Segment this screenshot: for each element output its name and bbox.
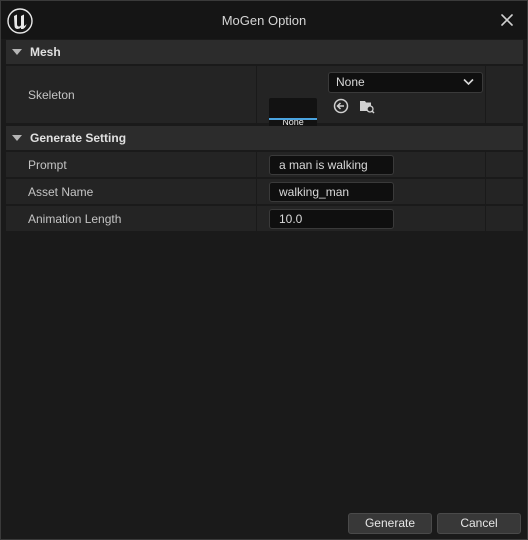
browse-back-icon[interactable] (333, 98, 349, 114)
chevron-down-icon (463, 78, 474, 86)
property-label: Animation Length (28, 212, 122, 226)
section-header-mesh[interactable]: Mesh (6, 40, 523, 64)
column-divider (256, 66, 257, 123)
column-divider (485, 206, 486, 231)
property-label: Prompt (28, 158, 67, 172)
prompt-input[interactable]: a man is walking (269, 155, 394, 175)
thumbnail-accent-bar (269, 118, 317, 120)
property-row-prompt: Prompt a man is walking (6, 152, 523, 178)
folder-search-icon[interactable] (359, 98, 375, 114)
column-divider (485, 66, 486, 123)
column-divider (256, 152, 257, 177)
collapse-triangle-icon[interactable] (12, 49, 22, 55)
mogen-option-dialog: MoGen Option Mesh Skeleton None None Gen… (0, 0, 528, 540)
generate-button[interactable]: Generate (348, 513, 432, 534)
skeleton-asset-combo[interactable]: None (328, 72, 483, 93)
animation-length-input[interactable]: 10.0 (269, 209, 394, 229)
column-divider (256, 206, 257, 231)
window-title: MoGen Option (221, 13, 307, 28)
column-divider (256, 179, 257, 204)
cancel-button[interactable]: Cancel (437, 513, 521, 534)
collapse-triangle-icon[interactable] (12, 135, 22, 141)
section-header-generate-setting[interactable]: Generate Setting (6, 126, 523, 150)
column-divider (485, 179, 486, 204)
column-divider (485, 152, 486, 177)
property-row-asset-name: Asset Name walking_man (6, 179, 523, 205)
section-title: Generate Setting (30, 131, 127, 145)
property-label: Asset Name (28, 185, 94, 199)
section-title: Mesh (30, 45, 61, 59)
title-bar[interactable]: MoGen Option (1, 1, 527, 39)
combo-value: None (336, 75, 365, 89)
close-icon[interactable] (499, 12, 515, 28)
asset-name-input[interactable]: walking_man (269, 182, 394, 202)
property-row-animation-length: Animation Length 10.0 (6, 206, 523, 232)
property-label: Skeleton (28, 88, 75, 102)
